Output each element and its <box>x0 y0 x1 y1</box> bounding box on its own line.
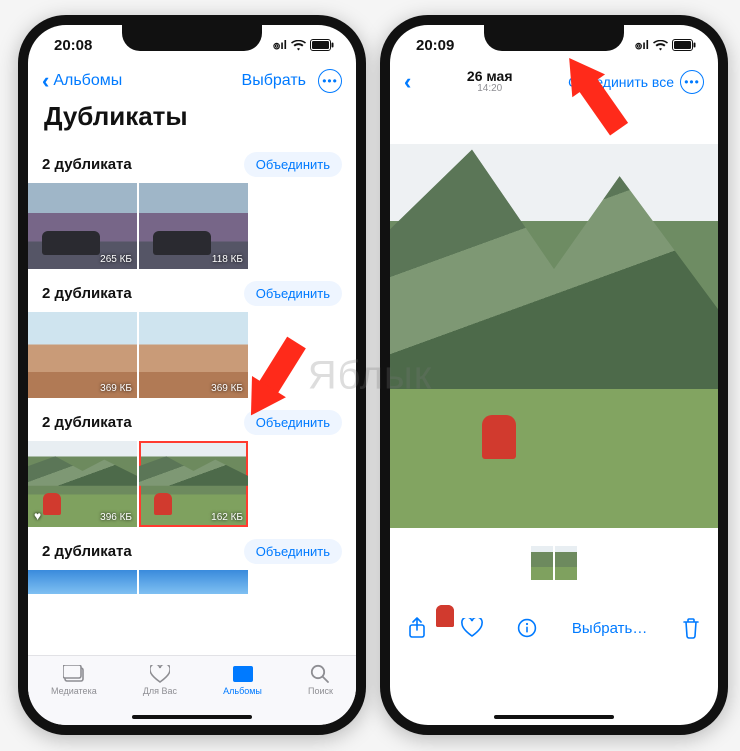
mini-thumb[interactable] <box>555 546 577 580</box>
nav-title: 26 мая 14:20 <box>417 69 562 94</box>
search-icon <box>308 664 332 684</box>
group-count: 2 дубликата <box>42 285 132 302</box>
group-header: 2 дубликата Объединить <box>28 529 356 570</box>
signal-icon: ๏ıl <box>635 36 649 55</box>
status-time: 20:08 <box>54 37 92 54</box>
group-count: 2 дубликата <box>42 156 132 173</box>
page-title: Дубликаты <box>28 99 356 142</box>
photo-thumb[interactable]: 265 КБ <box>28 183 137 269</box>
photo-thumb[interactable]: 369 КБ <box>139 312 248 398</box>
nav-bar: ‹ Альбомы Выбрать ••• <box>28 65 356 99</box>
tab-for-you[interactable]: Для Вас <box>143 664 177 696</box>
select-button[interactable]: Выбрать <box>242 72 306 90</box>
photo-thumb[interactable] <box>139 570 248 594</box>
photo-thumb[interactable]: 118 КБ <box>139 183 248 269</box>
thumb-row: 369 КБ 369 КБ <box>28 312 356 400</box>
thumb-row: ♥ 396 КБ 162 КБ <box>28 441 356 529</box>
library-icon <box>62 664 86 684</box>
group-count: 2 дубликата <box>42 543 132 560</box>
back-label: Альбомы <box>53 72 122 90</box>
wifi-icon <box>653 40 668 51</box>
ellipsis-icon: ••• <box>684 75 700 89</box>
group-header: 2 дубликата Объединить <box>28 271 356 312</box>
phone-frame-left: 20:08 ๏ıl ‹ Альбомы Выбрать ••• <box>18 15 366 735</box>
notch <box>484 25 624 51</box>
group-header: 2 дубликата Объединить <box>28 400 356 441</box>
more-button[interactable]: ••• <box>680 70 704 94</box>
info-button[interactable] <box>517 618 537 638</box>
back-button[interactable]: ‹ <box>404 71 411 93</box>
share-button[interactable] <box>408 617 426 639</box>
thumbnail-strip[interactable] <box>390 528 718 598</box>
delete-button[interactable] <box>682 617 700 639</box>
select-button[interactable]: Выбрать… <box>572 620 647 637</box>
photo-thumb[interactable] <box>28 570 137 594</box>
wifi-icon <box>291 40 306 51</box>
duplicates-list[interactable]: 2 дубликата Объединить 265 КБ 118 КБ 2 д… <box>28 142 356 655</box>
for-you-icon <box>148 664 172 684</box>
merge-button[interactable]: Объединить <box>244 539 342 564</box>
tab-albums[interactable]: Альбомы <box>223 664 262 696</box>
merge-button[interactable]: Объединить <box>244 281 342 306</box>
favorite-icon: ♥ <box>34 509 41 523</box>
group-header: 2 дубликата Объединить <box>28 142 356 183</box>
group-count: 2 дубликата <box>42 414 132 431</box>
battery-icon <box>672 39 696 51</box>
phone-frame-right: 20:09 ๏ıl ‹ 26 мая 14:20 Объединить все … <box>380 15 728 735</box>
home-indicator[interactable] <box>132 715 252 719</box>
signal-icon: ๏ıl <box>273 36 287 55</box>
tab-search[interactable]: Поиск <box>308 664 333 696</box>
mini-thumb[interactable] <box>531 546 553 580</box>
photo-thumb[interactable]: 369 КБ <box>28 312 137 398</box>
status-time: 20:09 <box>416 37 454 54</box>
ellipsis-icon: ••• <box>322 74 338 88</box>
notch <box>122 25 262 51</box>
thumb-row: 265 КБ 118 КБ <box>28 183 356 271</box>
status-icons: ๏ıl <box>273 36 334 55</box>
thumb-row <box>28 570 356 596</box>
photo-thumb-selected[interactable]: 162 КБ <box>139 441 248 527</box>
status-icons: ๏ıl <box>635 36 696 55</box>
merge-button[interactable]: Объединить <box>244 152 342 177</box>
battery-icon <box>310 39 334 51</box>
screen-right: 20:09 ๏ıl ‹ 26 мая 14:20 Объединить все … <box>390 25 718 725</box>
photo-thumb[interactable]: ♥ 396 КБ <box>28 441 137 527</box>
back-button[interactable]: ‹ Альбомы <box>42 70 122 92</box>
screen-left: 20:08 ๏ıl ‹ Альбомы Выбрать ••• <box>28 25 356 725</box>
favorite-button[interactable] <box>461 618 483 638</box>
more-button[interactable]: ••• <box>318 69 342 93</box>
chevron-left-icon: ‹ <box>42 70 49 92</box>
home-indicator[interactable] <box>494 715 614 719</box>
albums-icon <box>231 664 255 684</box>
tab-library[interactable]: Медиатека <box>51 664 97 696</box>
